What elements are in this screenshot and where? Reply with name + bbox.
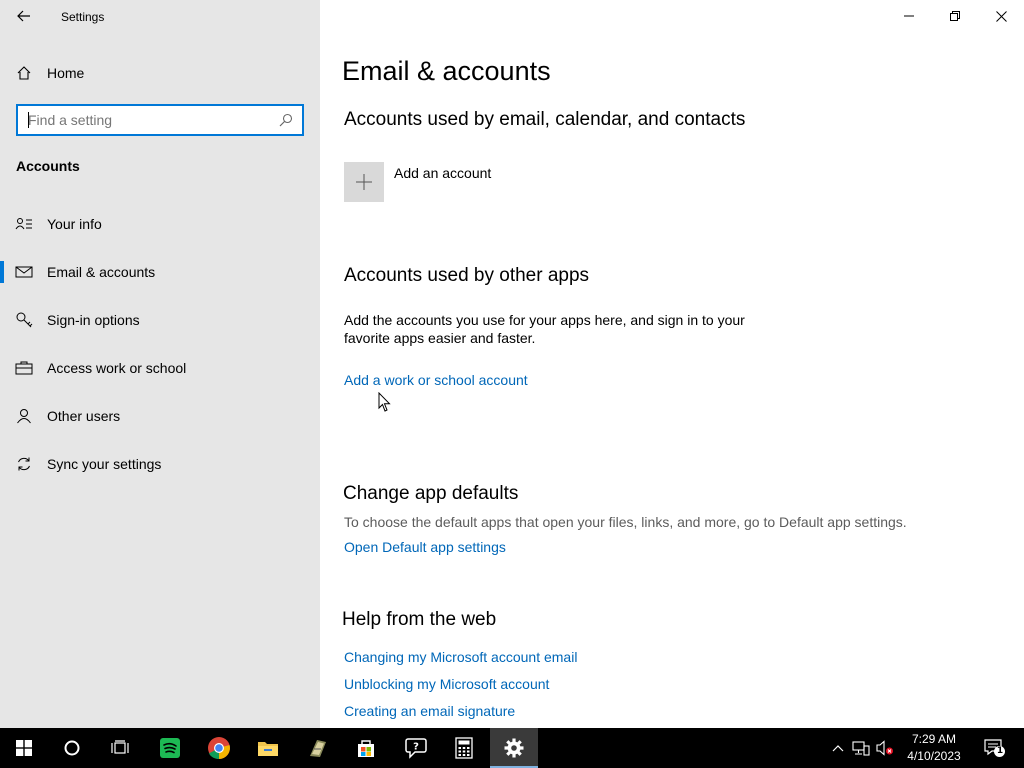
sidebar-item-your-info[interactable]: Your info <box>0 206 320 242</box>
taskbar-app-spotify[interactable] <box>146 728 194 768</box>
sidebar-item-label: Home <box>47 65 85 81</box>
task-view-button[interactable] <box>96 728 144 768</box>
sidebar-item-email-accounts[interactable]: Email & accounts <box>0 254 320 290</box>
svg-text:?: ? <box>413 742 419 753</box>
add-account-tile <box>344 162 384 202</box>
minimize-icon <box>904 15 914 17</box>
chevron-up-icon <box>832 745 844 752</box>
cortana-circle-icon <box>64 740 80 756</box>
taskbar: ? 7:29 AM 4/10/2023 1 <box>0 728 1024 768</box>
action-center-button[interactable]: 1 <box>984 738 1006 758</box>
taskbar-app-get-help[interactable]: ? <box>391 728 439 768</box>
help-link-email-signature[interactable]: Creating an email signature <box>344 703 515 719</box>
sidebar: Settings Home Accounts Your info Email &… <box>0 0 320 728</box>
task-view-icon <box>111 740 129 754</box>
help-link-unblock-account[interactable]: Unblocking my Microsoft account <box>344 676 549 692</box>
taskbar-app-file-explorer[interactable] <box>244 728 292 768</box>
gear-icon <box>504 738 524 758</box>
other-apps-heading: Accounts used by other apps <box>344 265 590 286</box>
mail-icon <box>15 263 33 281</box>
sidebar-item-sign-in-options[interactable]: Sign-in options <box>0 302 320 338</box>
sidebar-item-other-users[interactable]: Other users <box>0 398 320 434</box>
email-section-heading: Accounts used by email, calendar, and co… <box>344 109 746 130</box>
sidebar-item-label: Email & accounts <box>47 264 156 280</box>
search-input[interactable] <box>18 106 278 134</box>
page-title: Email & accounts <box>342 56 551 86</box>
back-arrow-icon <box>17 10 30 22</box>
search-icon[interactable] <box>278 112 294 128</box>
taskbar-app-pinned[interactable] <box>294 728 342 768</box>
clock-time: 7:29 AM <box>911 732 957 746</box>
volume-muted-icon <box>876 740 893 756</box>
sidebar-item-home[interactable]: Home <box>0 58 320 88</box>
sidebar-item-label: Other users <box>47 408 121 424</box>
taskbar-app-calculator[interactable] <box>440 728 488 768</box>
calculator-icon <box>455 737 473 759</box>
spotify-icon <box>160 738 180 758</box>
mouse-cursor <box>378 392 391 412</box>
cortana-button[interactable] <box>48 728 96 768</box>
taskbar-clock[interactable]: 7:29 AM 4/10/2023 <box>898 731 970 765</box>
taskbar-app-settings[interactable] <box>490 728 538 768</box>
sidebar-item-label: Your info <box>47 216 102 232</box>
volume-tray-button[interactable] <box>876 740 894 756</box>
windows-logo-icon <box>16 740 32 756</box>
sidebar-item-label: Access work or school <box>47 360 187 376</box>
sidebar-section-label: Accounts <box>16 158 80 174</box>
person-card-icon <box>15 215 33 233</box>
key-icon <box>15 311 33 329</box>
app-title: Settings <box>61 10 105 24</box>
restore-icon <box>950 11 960 21</box>
close-icon <box>995 10 1007 22</box>
chrome-icon <box>208 737 230 760</box>
network-tray-button[interactable] <box>852 740 870 756</box>
briefcase-icon <box>15 359 33 377</box>
back-button[interactable] <box>8 4 40 28</box>
help-heading: Help from the web <box>342 609 497 630</box>
plus-icon <box>356 174 372 190</box>
add-work-school-account-link[interactable]: Add a work or school account <box>344 372 528 388</box>
clock-date: 4/10/2023 <box>907 749 961 763</box>
minimize-button[interactable] <box>886 0 932 32</box>
active-indicator <box>0 261 4 283</box>
start-button[interactable] <box>0 728 48 768</box>
defaults-heading: Change app defaults <box>343 483 519 504</box>
show-hidden-icons-button[interactable] <box>829 740 847 756</box>
home-icon <box>16 65 32 81</box>
taskbar-app-store[interactable] <box>342 728 390 768</box>
close-button[interactable] <box>978 0 1024 32</box>
app-icon <box>310 740 326 757</box>
restore-button[interactable] <box>932 0 978 32</box>
sidebar-item-access-work-school[interactable]: Access work or school <box>0 350 320 386</box>
main-content: Email & accounts Accounts used by email,… <box>320 0 1024 728</box>
sidebar-item-label: Sign-in options <box>47 312 140 328</box>
help-link-change-email[interactable]: Changing my Microsoft account email <box>344 649 577 665</box>
other-apps-description: Add the accounts you use for your apps h… <box>344 312 745 346</box>
search-box <box>16 104 304 136</box>
defaults-description: To choose the default apps that open you… <box>344 514 907 530</box>
text-caret <box>28 112 29 128</box>
add-account-label: Add an account <box>394 165 492 181</box>
folder-icon <box>258 742 278 756</box>
network-icon <box>852 741 870 756</box>
notification-count-badge: 1 <box>996 746 1004 756</box>
sync-icon <box>15 455 33 473</box>
sidebar-item-sync-settings[interactable]: Sync your settings <box>0 446 320 482</box>
help-chat-icon: ? <box>405 738 427 759</box>
sidebar-item-label: Sync your settings <box>47 456 162 472</box>
taskbar-app-chrome[interactable] <box>195 728 243 768</box>
add-account-button[interactable]: Add an account <box>344 162 491 202</box>
store-icon <box>358 740 374 757</box>
open-default-app-settings-link[interactable]: Open Default app settings <box>344 539 506 555</box>
person-icon <box>15 407 33 425</box>
